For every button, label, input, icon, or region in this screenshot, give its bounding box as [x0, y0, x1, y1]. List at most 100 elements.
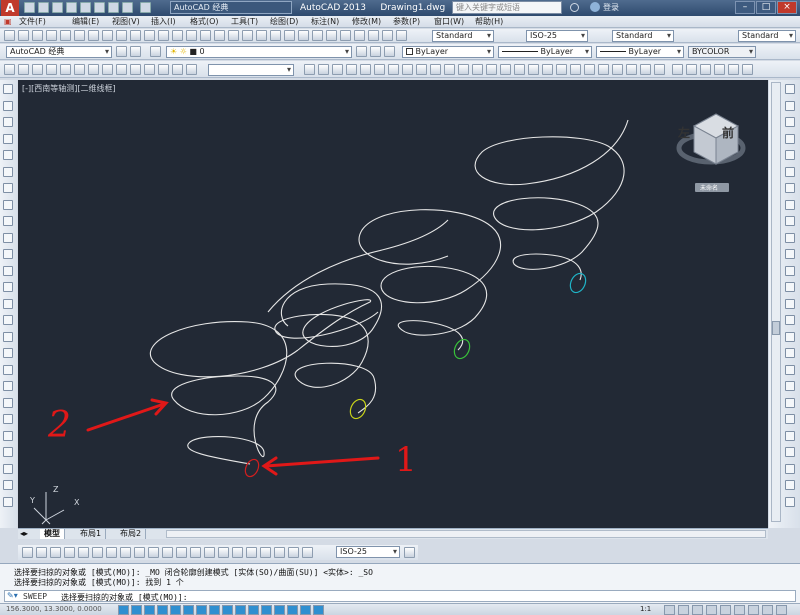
status-toggle-11-icon[interactable]: [248, 605, 259, 615]
draw-tool-12-icon[interactable]: [3, 265, 13, 276]
menu-view[interactable]: 视图(V): [112, 16, 140, 28]
standard-tool-5-icon[interactable]: [60, 30, 71, 41]
layer-previous-icon[interactable]: [370, 46, 381, 57]
modeling-tool-5-icon[interactable]: [60, 64, 71, 75]
draw-tool-26-icon[interactable]: [3, 496, 13, 507]
visual-style-tool-15-icon[interactable]: [500, 64, 511, 75]
app-menu-button[interactable]: A: [1, 0, 19, 16]
menu-format[interactable]: 格式(O): [190, 16, 219, 28]
dim-style-combo[interactable]: ISO-25: [336, 546, 400, 558]
dimension-tool-11-icon[interactable]: [162, 547, 173, 558]
modeling-tool-14-icon[interactable]: [186, 64, 197, 75]
modeling-tool-13-icon[interactable]: [172, 64, 183, 75]
dimension-tool-7-icon[interactable]: [106, 547, 117, 558]
visual-style-tool-4-icon[interactable]: [346, 64, 357, 75]
visual-style-tool-21-icon[interactable]: [584, 64, 595, 75]
visual-style-tool-23-icon[interactable]: [612, 64, 623, 75]
status-toggle-16-icon[interactable]: [313, 605, 324, 615]
status-tool-8-icon[interactable]: [762, 605, 773, 615]
status-toggle-5-icon[interactable]: [170, 605, 181, 615]
draw-tool-21-icon[interactable]: [3, 414, 13, 424]
standard-tool-4-icon[interactable]: [46, 30, 57, 41]
modify-tool-9-icon[interactable]: [785, 216, 795, 226]
horizontal-scrollbar[interactable]: [166, 530, 766, 538]
gear-icon[interactable]: [130, 46, 141, 57]
visual-style-select[interactable]: [208, 64, 294, 76]
layer-manager-icon[interactable]: [150, 46, 161, 57]
view-tool-5-icon[interactable]: [728, 64, 739, 75]
login-link[interactable]: 登录: [603, 2, 619, 13]
dimension-tool-9-icon[interactable]: [134, 547, 145, 558]
table-style-select[interactable]: Standard: [612, 30, 674, 42]
menu-window[interactable]: 窗口(W): [434, 16, 464, 28]
maximize-button[interactable]: □: [756, 1, 776, 14]
status-toggle-10-icon[interactable]: [235, 605, 246, 615]
dimension-tool-2-icon[interactable]: [36, 547, 47, 558]
status-toggle-8-icon[interactable]: [209, 605, 220, 615]
modify-tool-22-icon[interactable]: [785, 430, 795, 441]
saveas-icon[interactable]: [66, 2, 77, 13]
dimension-tool-16-icon[interactable]: [232, 547, 243, 558]
modeling-tool-2-icon[interactable]: [18, 64, 29, 75]
standard-tool-26-icon[interactable]: [354, 30, 365, 41]
search-icon[interactable]: [570, 3, 579, 12]
command-input[interactable]: ✎▾ SWEEP 选择要扫掠的对象或 [模式(MO)]:: [4, 590, 796, 602]
dimension-tool-1-icon[interactable]: [22, 547, 33, 558]
standard-tool-23-icon[interactable]: [312, 30, 323, 41]
standard-tool-1-icon[interactable]: [4, 30, 15, 41]
draw-tool-22-icon[interactable]: [3, 430, 13, 441]
menu-file[interactable]: 文件(F): [19, 16, 46, 28]
status-tool-6-icon[interactable]: [734, 605, 745, 615]
visual-style-tool-22-icon[interactable]: [598, 64, 609, 75]
standard-tool-11-icon[interactable]: [144, 30, 155, 41]
modify-tool-10-icon[interactable]: [785, 232, 795, 243]
visual-style-tool-14-icon[interactable]: [486, 64, 497, 75]
standard-tool-21-icon[interactable]: [284, 30, 295, 41]
dimension-tool-4-icon[interactable]: [64, 547, 75, 558]
dimension-tool-6-icon[interactable]: [92, 547, 103, 558]
search-input[interactable]: 键入关键字或短语: [452, 1, 562, 14]
dimension-tool-8-icon[interactable]: [120, 547, 131, 558]
modeling-tool-12-icon[interactable]: [158, 64, 169, 75]
drawing-canvas[interactable]: [-][西南等轴测][二维线框] 左 前 未命名 1 2 Y Z X: [18, 80, 768, 528]
status-toggle-12-icon[interactable]: [261, 605, 272, 615]
tab-layout1[interactable]: 布局1: [76, 529, 107, 539]
draw-tool-20-icon[interactable]: [3, 397, 13, 408]
menu-modify[interactable]: 修改(M): [352, 16, 381, 28]
status-tool-4-icon[interactable]: [706, 605, 717, 615]
save-icon[interactable]: [52, 2, 63, 13]
dimension-tool-14-icon[interactable]: [204, 547, 215, 558]
coordinate-readout[interactable]: 156.3000, 13.3000, 0.0000: [6, 605, 102, 613]
standard-tool-9-icon[interactable]: [116, 30, 127, 41]
dim-style-select[interactable]: ISO-25: [526, 30, 588, 42]
status-toggle-13-icon[interactable]: [274, 605, 285, 615]
visual-style-tool-17-icon[interactable]: [528, 64, 539, 75]
visual-style-tool-18-icon[interactable]: [542, 64, 553, 75]
visual-style-tool-5-icon[interactable]: [360, 64, 371, 75]
modify-tool-23-icon[interactable]: [785, 447, 795, 457]
draw-tool-11-icon[interactable]: [3, 249, 13, 259]
modify-tool-21-icon[interactable]: [785, 414, 795, 424]
standard-tool-15-icon[interactable]: [200, 30, 211, 41]
undo-icon[interactable]: [94, 2, 105, 13]
standard-tool-12-icon[interactable]: [158, 30, 169, 41]
modify-tool-6-icon[interactable]: [785, 166, 795, 177]
status-tool-7-icon[interactable]: [748, 605, 759, 615]
draw-tool-14-icon[interactable]: [3, 298, 13, 309]
draw-tool-3-icon[interactable]: [3, 117, 13, 127]
dimension-tool-5-icon[interactable]: [78, 547, 89, 558]
status-toggle-1-icon[interactable]: [118, 605, 129, 615]
make-current-layer-icon[interactable]: [356, 46, 367, 57]
status-toggle-15-icon[interactable]: [300, 605, 311, 615]
visual-style-tool-20-icon[interactable]: [570, 64, 581, 75]
modify-tool-7-icon[interactable]: [785, 183, 795, 193]
modify-tool-1-icon[interactable]: [785, 84, 795, 94]
viewcube-front-face[interactable]: 前: [722, 124, 734, 141]
standard-tool-24-icon[interactable]: [326, 30, 337, 41]
standard-tool-17-icon[interactable]: [228, 30, 239, 41]
draw-tool-25-icon[interactable]: [3, 480, 13, 490]
close-button[interactable]: ×: [777, 1, 797, 14]
visual-style-tool-9-icon[interactable]: [416, 64, 427, 75]
menu-parametric[interactable]: 参数(P): [393, 16, 420, 28]
modify-tool-4-icon[interactable]: [785, 133, 795, 144]
